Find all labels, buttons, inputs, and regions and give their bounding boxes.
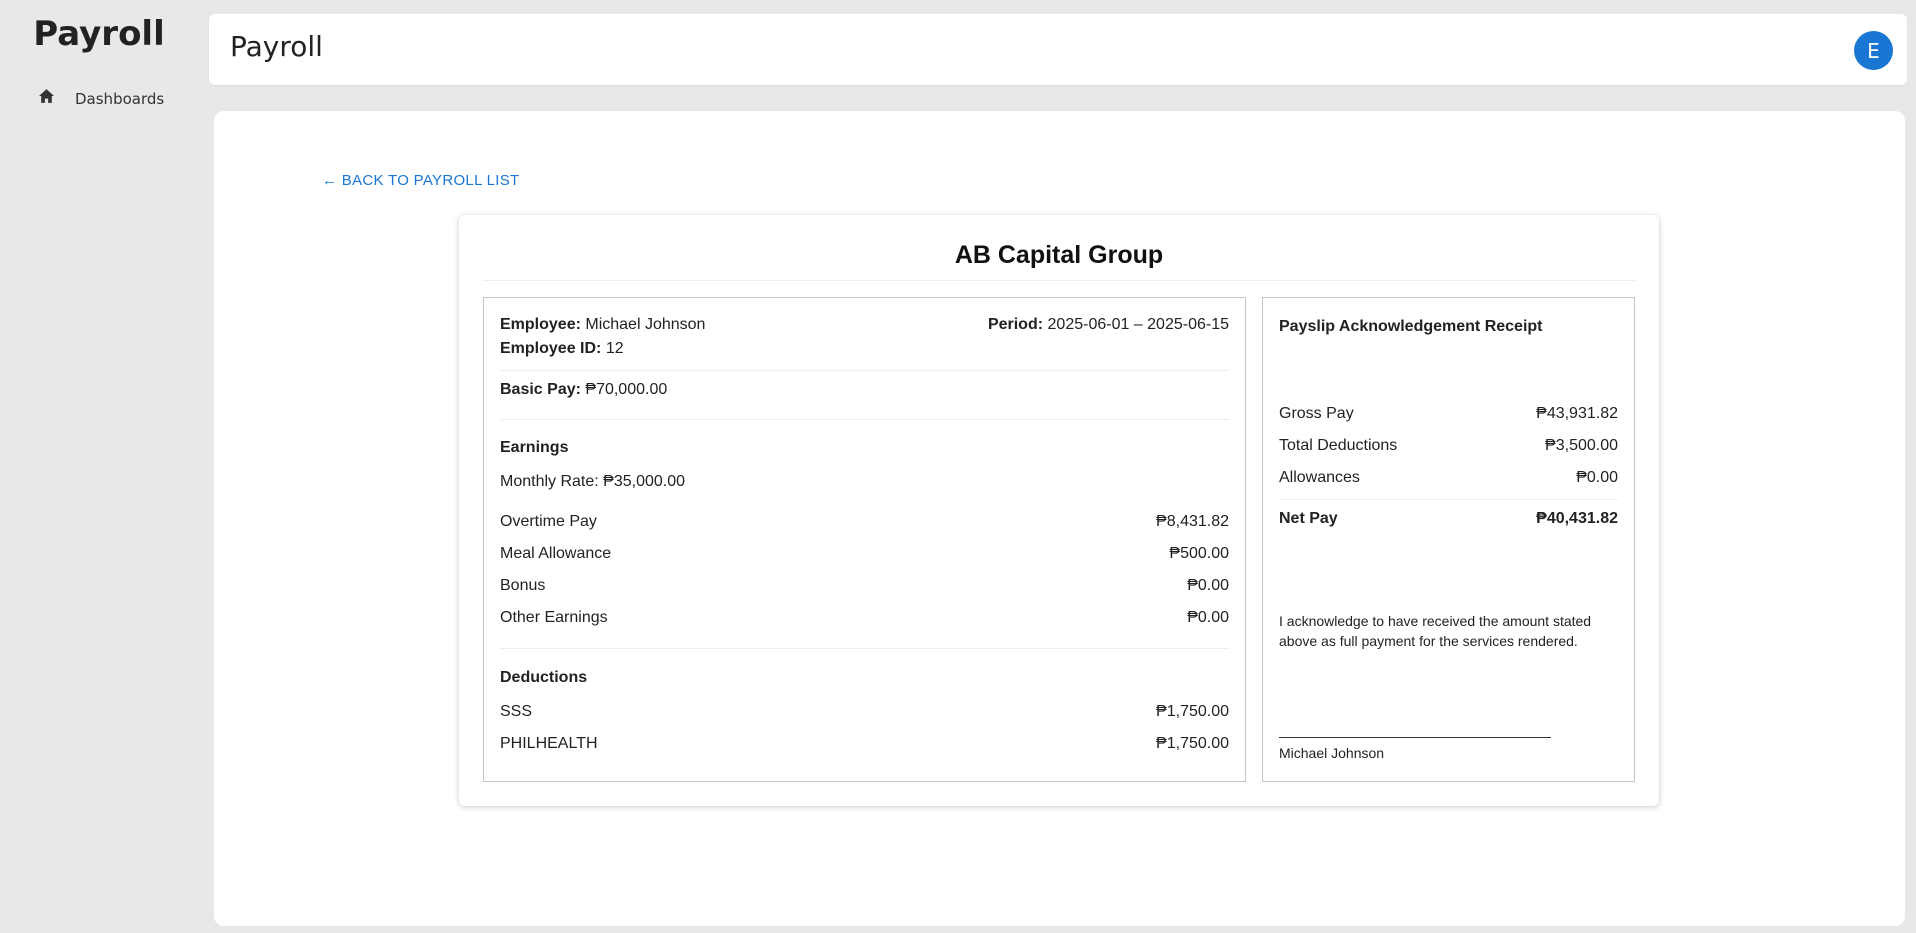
earning-label: Overtime Pay (500, 513, 597, 530)
employee-id-label: Employee ID: (500, 340, 602, 357)
acknowledgement-text: I acknowledge to have received the amoun… (1279, 613, 1592, 649)
period-value: 2025-06-01 – 2025-06-15 (1047, 316, 1229, 333)
employee-name: Michael Johnson (585, 316, 706, 333)
payslip-card: AB Capital Group Employee: Michael Johns… (459, 215, 1659, 806)
basic-pay-label: Basic Pay: (500, 381, 581, 398)
page-title: Payroll (230, 30, 323, 63)
gross-pay-value: ₱43,931.82 (1536, 405, 1618, 422)
period-row: Period: 2025-06-01 – 2025-06-15 (988, 316, 1229, 334)
employee-label: Employee: (500, 316, 581, 333)
allowances-value: ₱0.00 (1576, 469, 1618, 486)
employee-row: Employee: Michael Johnson (500, 316, 705, 334)
acknowledgement-receipt-panel: Payslip Acknowledgement Receipt Gross Pa… (1262, 297, 1635, 782)
earning-label: Meal Allowance (500, 545, 612, 562)
basic-pay-row: Basic Pay: ₱70,000.00 (500, 381, 667, 399)
earning-value: ₱500.00 (1169, 545, 1229, 562)
net-pay-label: Net Pay (1279, 510, 1338, 527)
divider (500, 370, 1229, 371)
sidebar-item-dashboards[interactable]: Dashboards (38, 88, 164, 109)
period-label: Period: (987, 316, 1044, 333)
earning-value: ₱8,431.82 (1156, 513, 1229, 530)
basic-pay-value: ₱70,000.00 (585, 381, 668, 398)
deductions-heading: Deductions (500, 669, 588, 686)
monthly-rate: Monthly Rate: ₱35,000.00 (500, 473, 686, 490)
brand-logo: Payroll (33, 14, 165, 54)
payslip-details-panel: Employee: Michael Johnson Period: 2025-0… (483, 297, 1246, 782)
signature-line (1279, 737, 1551, 738)
sidebar-item-label: Dashboards (75, 89, 165, 108)
earning-label: Bonus (500, 577, 546, 594)
deduction-label: SSS (500, 703, 533, 720)
total-deductions-label: Total Deductions (1279, 437, 1398, 454)
earnings-heading: Earnings (500, 439, 569, 456)
earning-value: ₱0.00 (1187, 609, 1229, 626)
deduction-label: PHILHEALTH (500, 735, 598, 752)
deduction-value: ₱1,750.00 (1156, 735, 1229, 752)
earning-value: ₱0.00 (1187, 577, 1229, 594)
avatar[interactable]: E (1854, 31, 1893, 70)
header-bar: Payroll E (209, 14, 1907, 85)
divider (1279, 499, 1618, 500)
signatory-name: Michael Johnson (1279, 745, 1385, 761)
employee-id-row: Employee ID: 12 (500, 340, 624, 358)
gross-pay-label: Gross Pay (1279, 405, 1354, 422)
employee-id-value: 12 (605, 340, 624, 357)
back-to-payroll-list-link[interactable]: ← BACK TO PAYROLL LIST (322, 172, 520, 189)
divider (500, 419, 1229, 420)
allowances-label: Allowances (1279, 469, 1360, 486)
divider (500, 648, 1229, 649)
divider (483, 280, 1635, 281)
earning-label: Other Earnings (500, 609, 608, 626)
total-deductions-value: ₱3,500.00 (1545, 437, 1618, 454)
sidebar: Payroll Dashboards (0, 0, 200, 933)
company-name: AB Capital Group (954, 241, 1164, 269)
deduction-value: ₱1,750.00 (1156, 703, 1229, 720)
home-icon (38, 88, 55, 109)
net-pay-value: ₱40,431.82 (1536, 510, 1618, 527)
receipt-title: Payslip Acknowledgement Receipt (1279, 318, 1543, 335)
